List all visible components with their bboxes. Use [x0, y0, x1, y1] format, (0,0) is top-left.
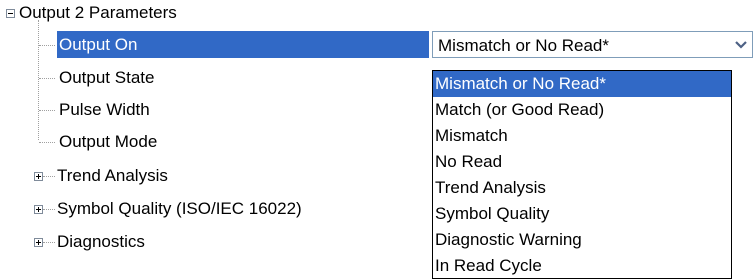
tree-item-trend-analysis[interactable]: Trend Analysis: [55, 166, 170, 186]
tree-item-label: Output On: [59, 35, 138, 54]
select-dropdown-list: Mismatch or No Read* Match (or Good Read…: [432, 70, 732, 279]
dropdown-option[interactable]: Trend Analysis: [433, 175, 731, 201]
chevron-down-icon: [735, 41, 747, 49]
dropdown-option[interactable]: Diagnostic Warning: [433, 227, 731, 253]
select-value: Mismatch or No Read*: [438, 36, 610, 55]
tree-item-pulse-width[interactable]: Pulse Width: [57, 100, 152, 120]
dropdown-option[interactable]: In Read Cycle: [433, 253, 731, 278]
collapse-toggle[interactable]: [6, 9, 15, 18]
tree-connector: [43, 242, 55, 243]
tree-item-symbol-quality[interactable]: Symbol Quality (ISO/IEC 16022): [55, 199, 304, 219]
expand-toggle[interactable]: [34, 172, 43, 181]
tree-item-output-mode[interactable]: Output Mode: [57, 132, 159, 152]
tree-item-output-on[interactable]: Output On: [57, 31, 429, 58]
tree-connector: [39, 45, 55, 46]
tree-connector: [39, 78, 55, 79]
tree-connector: [39, 142, 55, 143]
expand-toggle[interactable]: [34, 238, 43, 247]
dropdown-option[interactable]: Match (or Good Read): [433, 97, 731, 123]
dropdown-option[interactable]: No Read: [433, 149, 731, 175]
tree-root-label[interactable]: Output 2 Parameters: [17, 3, 179, 23]
tree-connector: [38, 20, 39, 140]
dropdown-option[interactable]: Symbol Quality: [433, 201, 731, 227]
tree-item-output-state[interactable]: Output State: [57, 68, 156, 88]
tree-item-diagnostics[interactable]: Diagnostics: [55, 232, 147, 252]
tree-connector: [43, 209, 55, 210]
tree-connector: [43, 176, 55, 177]
dropdown-option[interactable]: Mismatch: [433, 123, 731, 149]
dropdown-option[interactable]: Mismatch or No Read*: [433, 71, 731, 97]
dropdown-button[interactable]: [732, 33, 751, 56]
output-on-select[interactable]: Mismatch or No Read*: [432, 31, 753, 58]
tree-connector: [39, 110, 55, 111]
expand-toggle[interactable]: [34, 205, 43, 214]
